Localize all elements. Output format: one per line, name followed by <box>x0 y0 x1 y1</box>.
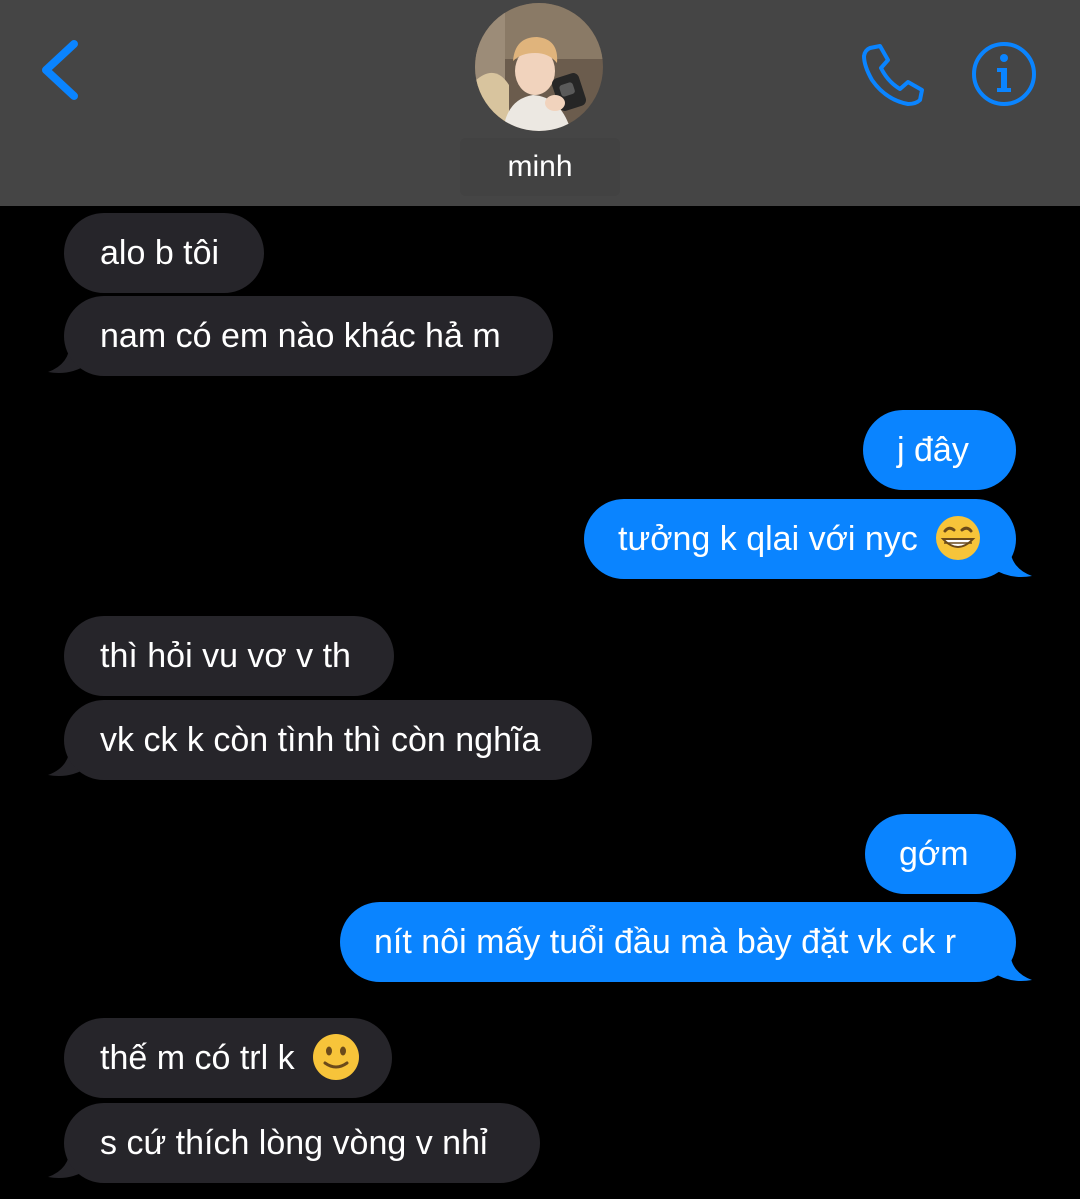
phone-icon <box>862 44 924 106</box>
chevron-left-icon <box>42 40 78 100</box>
message-text: nam có em nào khác hả m <box>100 317 501 355</box>
grinning-face-emoji <box>936 516 981 561</box>
contact-name[interactable]: minh <box>460 138 620 196</box>
message-bubble-incoming[interactable]: s cứ thích lòng vòng v nhỉ <box>64 1103 540 1183</box>
message-text: vk ck k còn tình thì còn nghĩa <box>100 721 541 759</box>
message-text: tưởng k qlai với nyc <box>618 520 918 558</box>
message-text: j đây <box>897 431 969 469</box>
avatar-photo <box>475 3 603 131</box>
message-text: s cứ thích lòng vòng v nhỉ <box>100 1124 488 1162</box>
message-bubble-incoming[interactable]: thì hỏi vu vơ v th <box>64 616 394 696</box>
info-button[interactable] <box>970 40 1038 108</box>
message-text: nít nôi mấy tuổi đầu mà bày đặt vk ck r <box>374 923 957 961</box>
message-bubble-outgoing[interactable]: nít nôi mấy tuổi đầu mà bày đặt vk ck r <box>340 902 1016 982</box>
message-bubble-outgoing[interactable]: gớm <box>865 814 1016 894</box>
message-text: thì hỏi vu vơ v th <box>100 637 351 675</box>
info-icon <box>972 42 1036 106</box>
message-bubble-incoming[interactable]: thế m có trl k <box>64 1018 392 1098</box>
back-button[interactable] <box>30 34 90 106</box>
conversation-header: minh <box>0 0 1080 206</box>
conversation-screen: minh alo b tôi nam có em nào khác hả m j… <box>0 0 1080 1199</box>
message-text: thế m có trl k <box>100 1039 295 1077</box>
message-bubble-incoming[interactable]: vk ck k còn tình thì còn nghĩa <box>64 700 592 780</box>
contact-avatar[interactable] <box>475 3 603 131</box>
message-bubble-outgoing[interactable]: j đây <box>863 410 1016 490</box>
message-bubble-incoming[interactable]: alo b tôi <box>64 213 264 293</box>
slightly-smiling-face-emoji <box>313 1034 360 1081</box>
call-button[interactable] <box>856 40 928 110</box>
message-bubble-incoming[interactable]: nam có em nào khác hả m <box>64 296 553 376</box>
message-text: alo b tôi <box>100 234 220 272</box>
message-bubble-outgoing[interactable]: tưởng k qlai với nyc <box>584 499 1016 579</box>
message-text: gớm <box>899 835 969 873</box>
